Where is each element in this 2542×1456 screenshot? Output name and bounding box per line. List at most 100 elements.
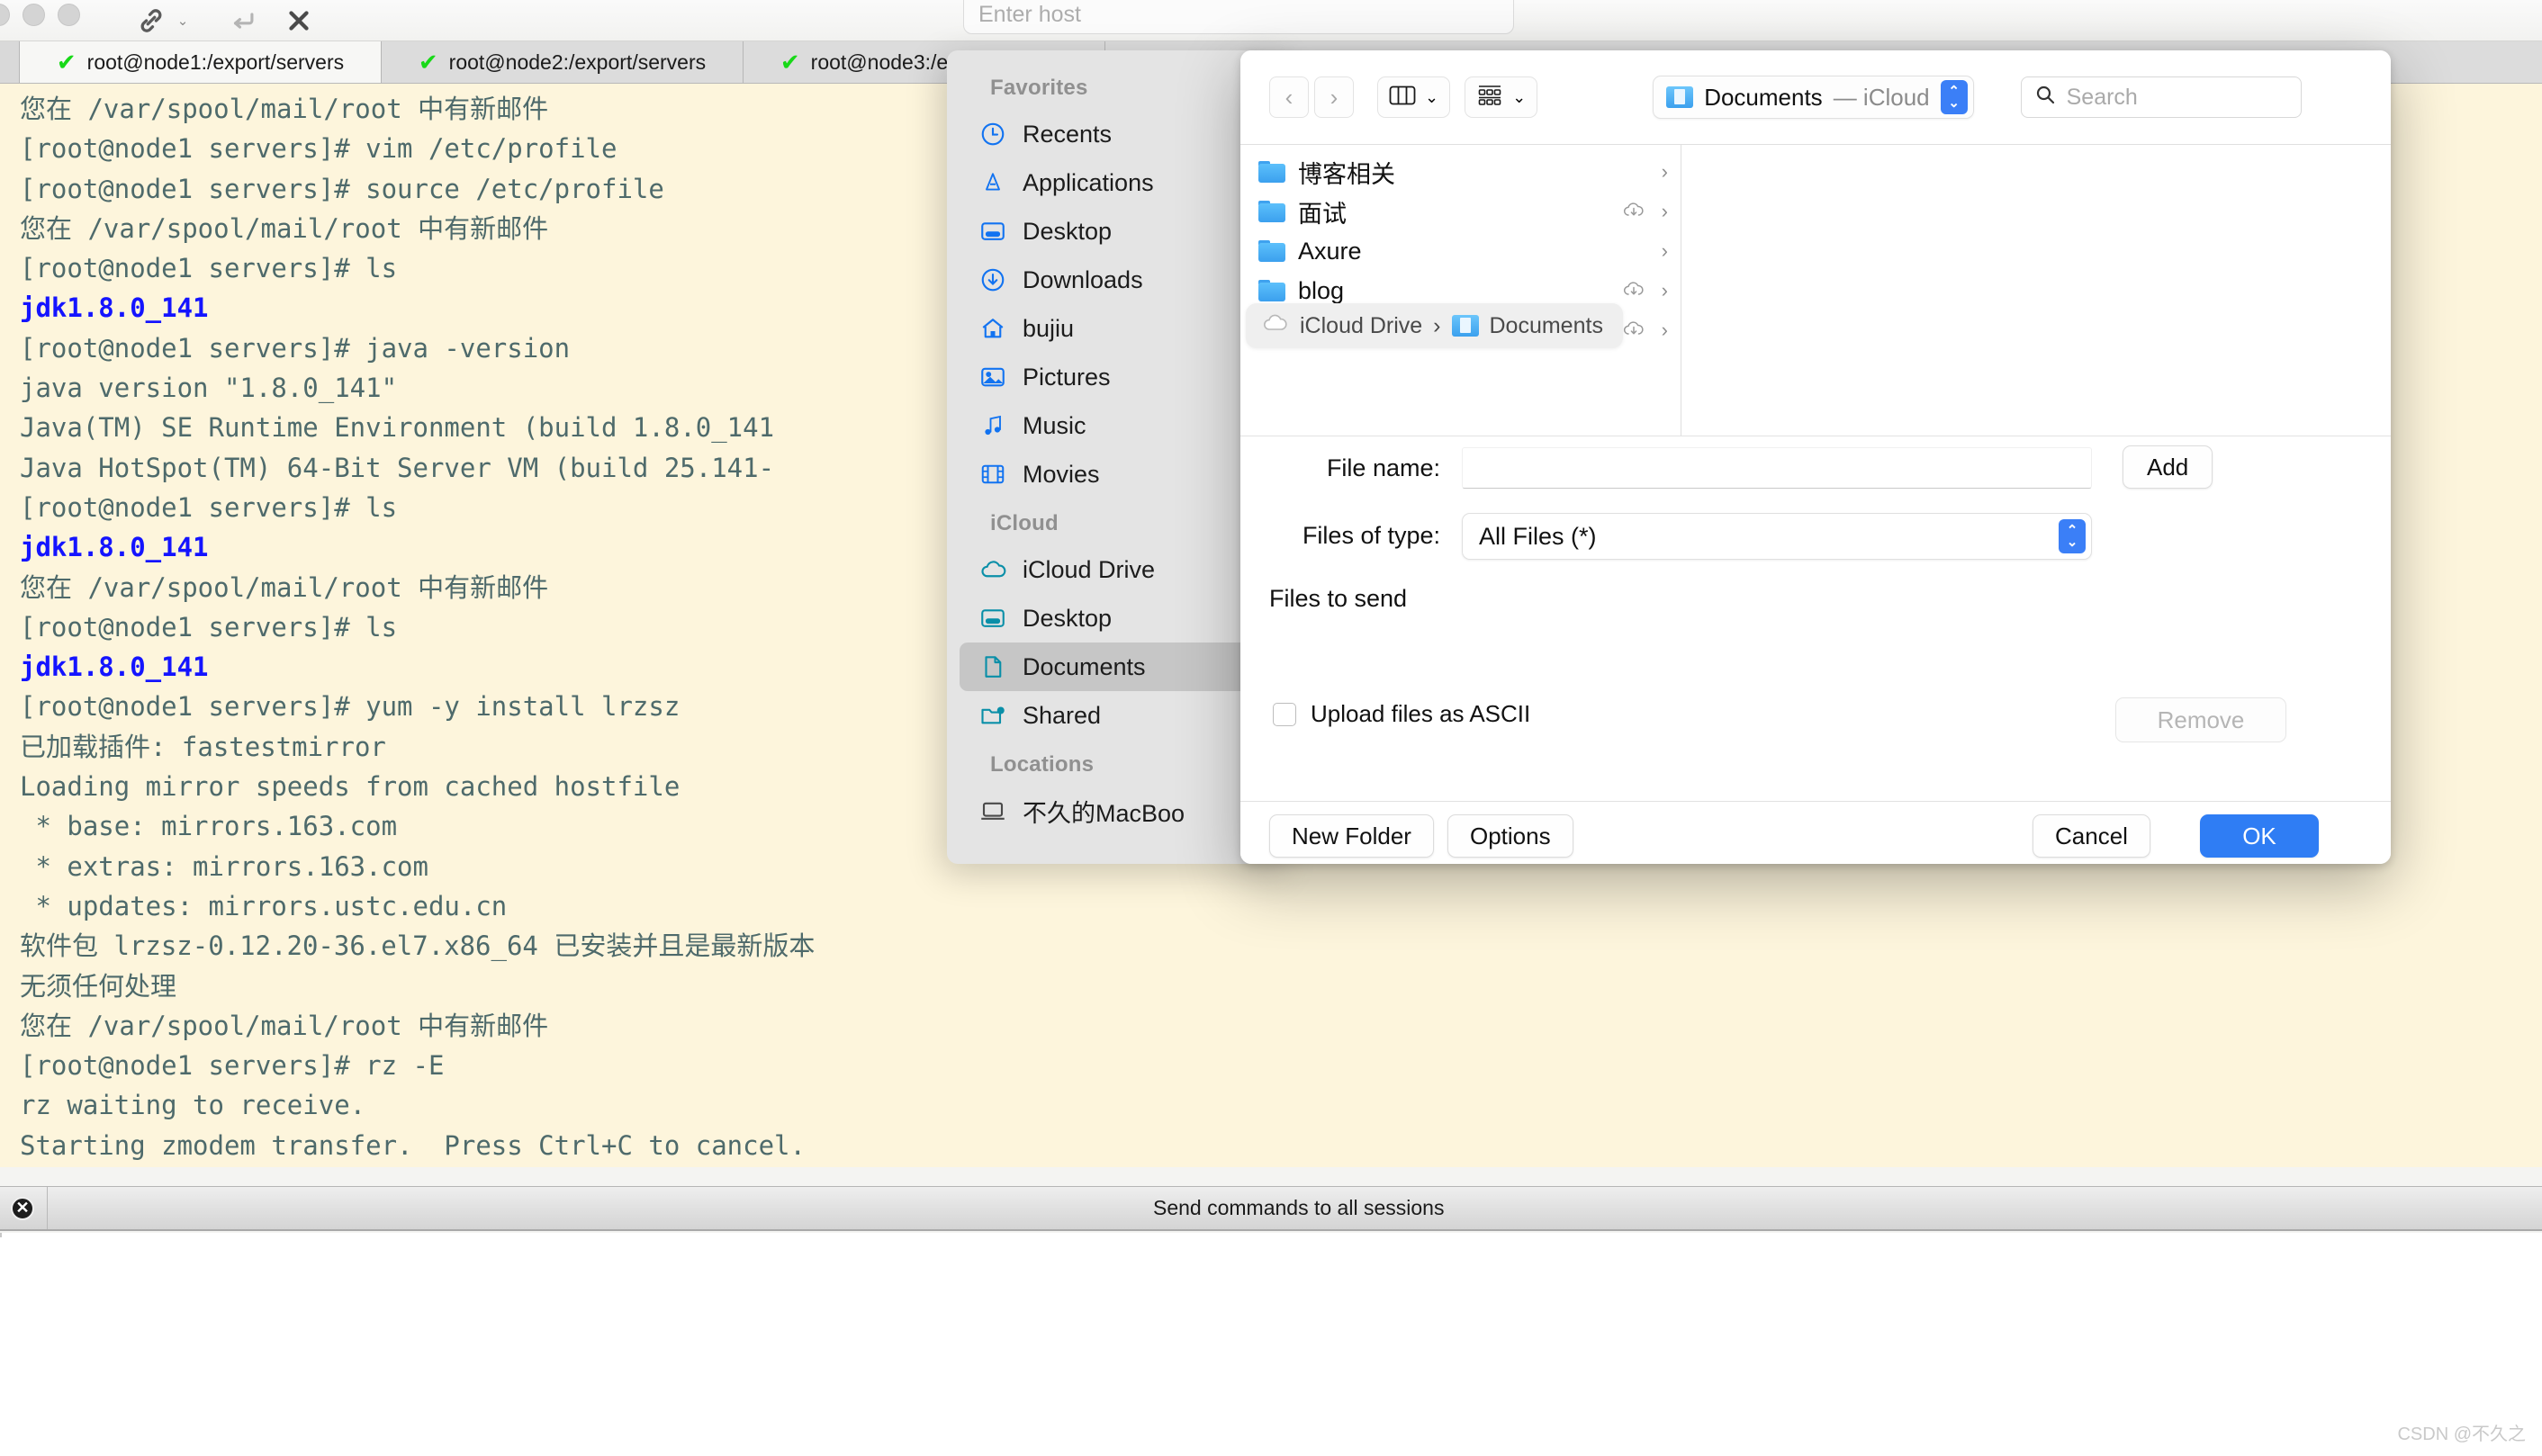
terminal-line: 软件包 lrzsz-0.12.20-36.el7.x86_64 已安装并且是最新…: [20, 930, 816, 962]
maximize-window-button[interactable]: [58, 4, 80, 26]
remove-button[interactable]: Remove: [2115, 697, 2286, 742]
breadcrumb: iCloud Drive › Documents: [1246, 303, 1623, 348]
host-input[interactable]: Enter host: [963, 0, 1514, 34]
path-suffix: — iCloud: [1833, 83, 1930, 111]
files-of-type-select[interactable]: All Files (*) ⌃ ⌄: [1462, 513, 2092, 560]
check-icon: ✔: [56, 49, 77, 76]
window-traffic-lights[interactable]: [0, 4, 80, 26]
sidebar-item-desktop[interactable]: Desktop: [960, 207, 1275, 256]
upload-ascii-label: Upload files as ASCII: [1311, 700, 1531, 727]
shared-folder-icon: [979, 702, 1006, 729]
group-by-button[interactable]: ⌄: [1465, 76, 1538, 118]
tabbar-left-edge: [0, 41, 20, 83]
new-folder-button[interactable]: New Folder: [1269, 814, 1434, 858]
terminal-line: * updates: mirrors.ustc.edu.cn: [20, 890, 508, 921]
desktop-icon: [979, 605, 1006, 632]
close-window-button[interactable]: [0, 4, 10, 26]
ok-button[interactable]: OK: [2200, 814, 2319, 858]
sidebar-item-macboo[interactable]: 不久的MacBoo: [960, 786, 1275, 835]
breadcrumb-root: iCloud Drive: [1300, 312, 1423, 338]
sidebar-item-icloud-drive[interactable]: iCloud Drive: [960, 545, 1275, 594]
terminal-line: [root@node1 servers]# rz -E: [20, 1050, 445, 1082]
search-icon: [2034, 84, 2056, 112]
sidebar-item-applications[interactable]: Applications: [960, 158, 1275, 207]
sidebar-item-bujiu[interactable]: bujiu: [960, 304, 1275, 353]
add-button-label: Add: [2147, 453, 2189, 481]
sidebar-item-desktop[interactable]: Desktop: [960, 594, 1275, 643]
sidebar-item-movies[interactable]: Movies: [960, 450, 1275, 499]
minimize-window-button[interactable]: [23, 4, 45, 26]
tab-label: root@node1:/export/servers: [86, 49, 345, 74]
cloud-download-icon[interactable]: [1622, 198, 1649, 226]
sidebar-item-documents[interactable]: Documents: [960, 643, 1275, 691]
music-icon: [979, 412, 1006, 439]
sidebar-item-shared[interactable]: Shared: [960, 691, 1275, 740]
options-button[interactable]: Options: [1447, 814, 1573, 858]
upload-ascii-checkbox[interactable]: Upload files as ASCII: [1273, 700, 1530, 728]
cancel-button[interactable]: Cancel: [2033, 814, 2150, 858]
list-item[interactable]: 博客相关 ›: [1240, 152, 1681, 192]
terminal-toolbar: ⌄ Enter host: [0, 0, 2542, 41]
sidebar-item-label: Desktop: [1023, 217, 1113, 245]
add-button[interactable]: Add: [2123, 445, 2213, 489]
breadcrumb-current: Documents: [1489, 312, 1603, 338]
chevron-right-icon: ›: [1330, 83, 1339, 111]
dialog-toolbar: ‹ › ⌄ ⌄ Documents — iCloud ⌃ ⌄ Search: [1240, 50, 2391, 144]
file-list-column[interactable]: 博客相关 › 面试 › Axure › blog › › iCloud Drive › Docu…: [1240, 145, 1681, 436]
folder-icon: [1258, 280, 1285, 301]
sidebar-item-label: Documents: [1023, 652, 1146, 680]
movies-icon: [979, 461, 1006, 488]
stepper-icon[interactable]: ⌃ ⌄: [1940, 80, 1968, 114]
chevron-down-icon[interactable]: ⌄: [171, 0, 194, 41]
document-icon: [979, 653, 1006, 680]
sidebar-item-label: 不久的MacBoo: [1023, 799, 1185, 827]
sidebar-item-recents[interactable]: Recents: [960, 110, 1275, 158]
sidebar-item-label: Applications: [1023, 168, 1154, 196]
list-item[interactable]: 面试 ›: [1240, 192, 1681, 231]
folder-icon: [1258, 240, 1285, 262]
sidebar-item-music[interactable]: Music: [960, 401, 1275, 450]
terminal-line: Starting zmodem transfer. Press Ctrl+C t…: [20, 1129, 806, 1161]
search-placeholder-text: Search: [2066, 84, 2138, 110]
home-icon: [979, 315, 1006, 342]
search-input[interactable]: Search: [2020, 76, 2302, 118]
sidebar-item-tab-node1[interactable]: ✔ root@node1:/export/servers: [20, 41, 382, 83]
return-icon[interactable]: [223, 0, 263, 41]
sidebar-item-label: Movies: [1023, 460, 1100, 488]
chevron-right-icon: ›: [1661, 160, 1668, 183]
close-icon[interactable]: ✕: [11, 1196, 34, 1220]
sidebar-item-label: Music: [1023, 411, 1086, 439]
stepper-icon[interactable]: ⌃ ⌄: [2059, 519, 2086, 553]
sidebar-item-label: iCloud Drive: [1023, 555, 1156, 583]
sidebar-item-downloads[interactable]: Downloads: [960, 256, 1275, 304]
cloud-icon: [979, 556, 1006, 583]
pictures-icon: [979, 364, 1006, 391]
file-name: Axure: [1298, 237, 1362, 265]
view-mode-button[interactable]: ⌄: [1377, 76, 1451, 118]
check-icon: ✔: [780, 49, 800, 76]
close-icon[interactable]: [279, 0, 319, 41]
folder-icon: [1258, 161, 1285, 183]
cloud-download-icon[interactable]: [1622, 317, 1649, 345]
back-button[interactable]: ‹: [1269, 76, 1309, 118]
grid-view-icon: [1476, 84, 1503, 112]
applications-icon: [979, 169, 1006, 196]
chevron-left-icon: ‹: [1285, 83, 1294, 111]
forward-button[interactable]: ›: [1314, 76, 1354, 118]
sidebar-item-label: Pictures: [1023, 363, 1111, 391]
checkbox-icon: [1273, 702, 1296, 726]
sidebar-item-label: Recents: [1023, 120, 1113, 148]
sidebar-item-label: bujiu: [1023, 314, 1075, 342]
file-name-input[interactable]: [1462, 447, 2092, 489]
sidebar-item-pictures[interactable]: Pictures: [960, 353, 1275, 401]
link-icon[interactable]: [131, 0, 171, 41]
list-item[interactable]: Axure ›: [1240, 231, 1681, 271]
cloud-download-icon[interactable]: [1622, 277, 1649, 305]
cloud-icon: [1262, 313, 1289, 339]
dialog-footer: New Folder Options Cancel OK: [1240, 801, 2391, 864]
remove-button-label: Remove: [2157, 706, 2245, 733]
sidebar-group-title: Favorites: [990, 76, 1088, 100]
path-popup-button[interactable]: Documents — iCloud ⌃ ⌄: [1653, 76, 1974, 119]
sidebar-item-tab-node2[interactable]: ✔ root@node2:/export/servers: [382, 41, 744, 83]
sidebar-item-label: Downloads: [1023, 265, 1143, 293]
